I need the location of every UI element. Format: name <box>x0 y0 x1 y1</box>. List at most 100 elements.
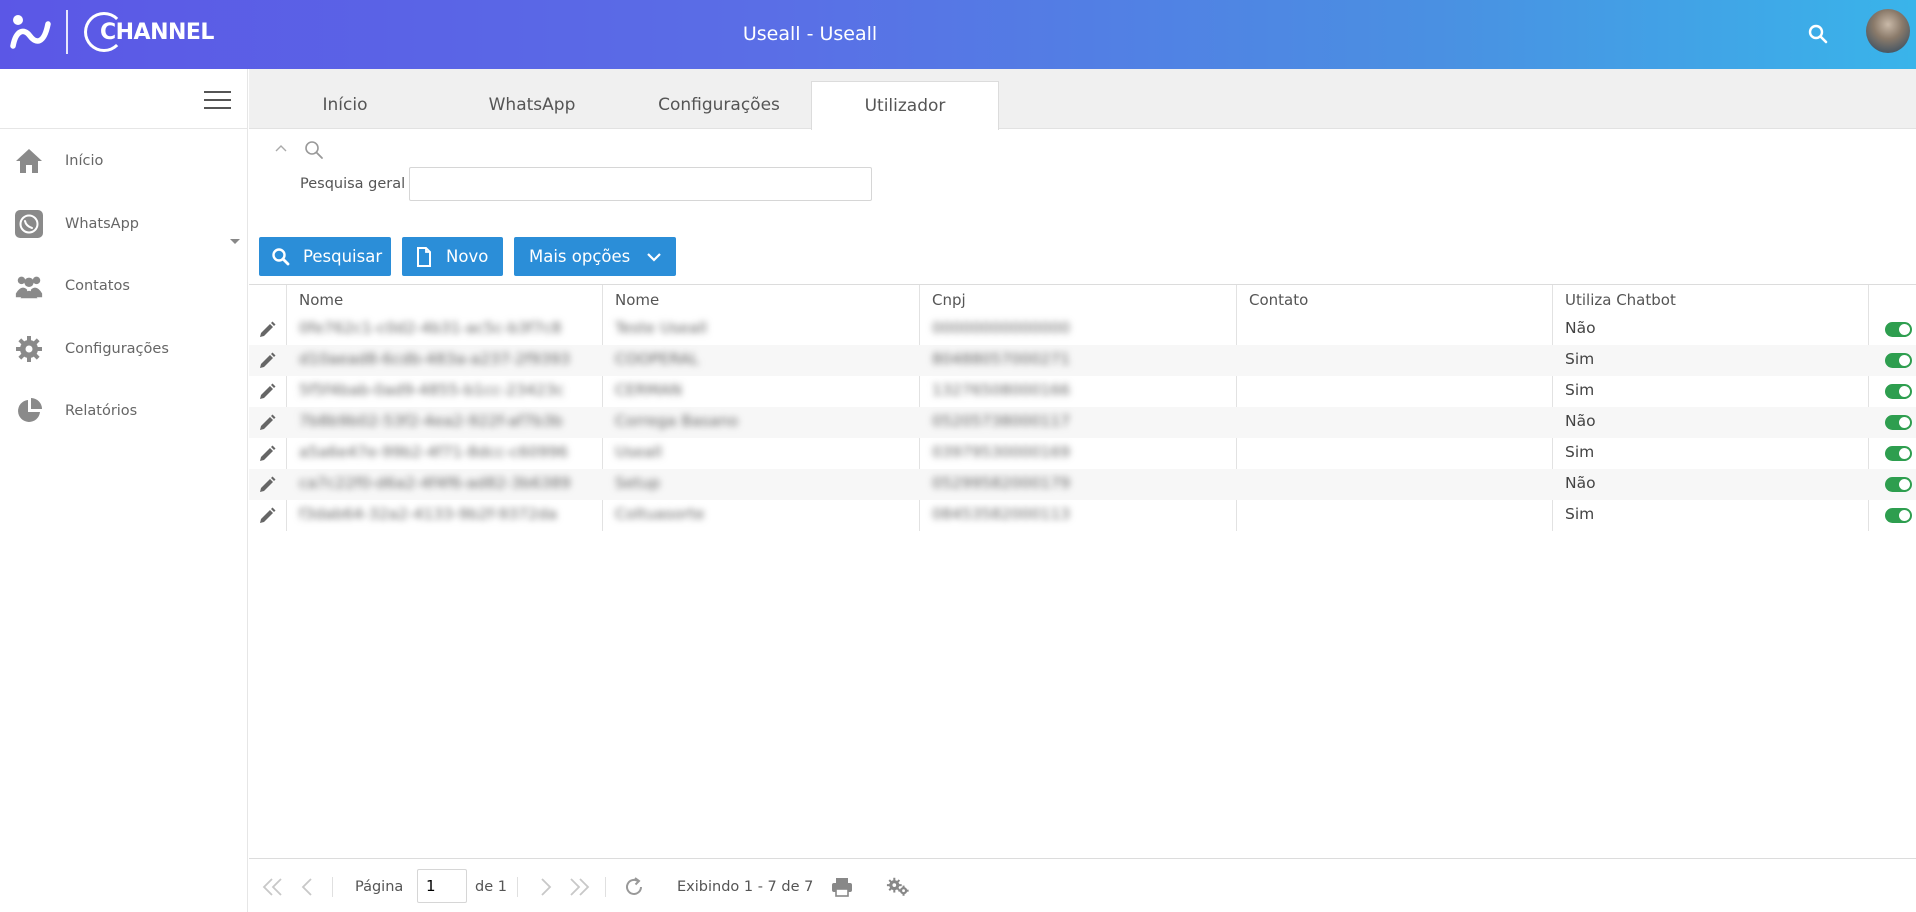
first-page-icon[interactable] <box>261 875 285 899</box>
data-table: Nome Nome Cnpj Contato Utiliza Chatbot 0… <box>249 284 1916 531</box>
sidebar-item-configuracoes[interactable]: Configurações <box>0 324 248 374</box>
active-toggle[interactable] <box>1885 508 1912 523</box>
sidebar-item-label: Relatórios <box>65 403 138 419</box>
cell-chatbot: Não <box>1565 319 1596 337</box>
table-row[interactable]: 0fe762c1-c0d2-4b31-ac5c-b3f7c8 Teste Use… <box>249 314 1916 345</box>
cell-nome: Correga Basano <box>615 412 739 430</box>
sidebar-item-relatorios[interactable]: Relatórios <box>0 386 248 436</box>
sidebar-item-contatos[interactable]: Contatos <box>0 261 248 311</box>
chevron-down-icon[interactable] <box>230 239 240 244</box>
new-button[interactable]: Novo <box>402 237 503 276</box>
active-toggle[interactable] <box>1885 384 1912 399</box>
tab-inicio[interactable]: Início <box>251 81 439 129</box>
cell-chatbot: Sim <box>1565 505 1595 523</box>
chevron-down-icon <box>647 252 662 262</box>
cell-id: f3dab64-32a2-4133-9b2f-9372da <box>299 505 558 523</box>
settings-gears-icon[interactable] <box>886 875 910 899</box>
cell-nome: COOPERAL <box>615 350 699 368</box>
pager-divider <box>517 877 518 897</box>
refresh-icon[interactable] <box>622 875 646 899</box>
column-header-utiliza-chatbot[interactable]: Utiliza Chatbot <box>1565 291 1676 309</box>
cell-nome: Useall <box>615 443 663 461</box>
edit-pencil-icon[interactable] <box>257 413 277 433</box>
edit-pencil-icon[interactable] <box>257 506 277 526</box>
cell-cnpj: 03979530000169 <box>932 443 1071 461</box>
more-options-label: Mais opções <box>529 247 631 266</box>
edit-pencil-icon[interactable] <box>257 320 277 340</box>
search-icon[interactable] <box>1806 22 1830 46</box>
cell-id: a5a6e47e-99b2-4f71-8dcc-c60996 <box>299 443 568 461</box>
table-row[interactable]: f3dab64-32a2-4133-9b2f-9372da Coltuasort… <box>249 500 1916 531</box>
cell-id: 5f5f4bab-0ad9-4855-b1cc-23423c <box>299 381 565 399</box>
sidebar-item-whatsapp[interactable]: WhatsApp <box>0 199 248 249</box>
sidebar: Início WhatsApp Contatos Configurações R… <box>0 69 248 912</box>
tab-bar: Início WhatsApp Configurações Utilizador <box>249 69 1916 130</box>
page-number-input[interactable] <box>417 869 467 903</box>
cell-cnpj: 08453582000113 <box>932 505 1071 523</box>
pager-divider <box>332 877 333 897</box>
home-icon <box>14 146 44 176</box>
tab-configuracoes[interactable]: Configurações <box>625 81 813 129</box>
table-row[interactable]: 7b8b9b02-53f2-4ea2-922f-af7b3b Correga B… <box>249 407 1916 438</box>
pager-divider <box>605 877 606 897</box>
cell-nome: Setup <box>615 474 661 492</box>
next-page-icon[interactable] <box>534 875 558 899</box>
search-input[interactable] <box>409 167 872 201</box>
app-header: CHANNEL Useall - Useall <box>0 0 1916 69</box>
whatsapp-icon <box>14 209 44 239</box>
cell-chatbot: Sim <box>1565 381 1595 399</box>
edit-pencil-icon[interactable] <box>257 382 277 402</box>
tab-whatsapp[interactable]: WhatsApp <box>438 81 626 129</box>
table-row[interactable]: ca7c22f0-d6a2-4f4f6-ad82-3b6389 Setup 05… <box>249 469 1916 500</box>
cell-cnpj: 00000000000000 <box>932 319 1071 337</box>
cell-nome: CERMAN <box>615 381 682 399</box>
tab-utilizador[interactable]: Utilizador <box>811 81 999 130</box>
search-button-label: Pesquisar <box>303 247 383 266</box>
sidebar-item-label: WhatsApp <box>65 216 139 232</box>
column-header-cnpj[interactable]: Cnpj <box>932 291 966 309</box>
gear-icon <box>14 334 44 364</box>
last-page-icon[interactable] <box>567 875 591 899</box>
active-toggle[interactable] <box>1885 446 1912 461</box>
active-toggle[interactable] <box>1885 415 1912 430</box>
search-icon[interactable] <box>303 139 325 161</box>
cell-chatbot: Sim <box>1565 350 1595 368</box>
chevron-up-icon[interactable] <box>275 142 287 154</box>
column-header-nome[interactable]: Nome <box>299 291 343 309</box>
active-toggle[interactable] <box>1885 477 1912 492</box>
new-button-label: Novo <box>446 247 489 266</box>
edit-pencil-icon[interactable] <box>257 444 277 464</box>
search-icon <box>271 247 291 267</box>
column-header-contato[interactable]: Contato <box>1249 291 1308 309</box>
contacts-icon <box>14 271 44 301</box>
table-row[interactable]: 5f5f4bab-0ad9-4855-b1cc-23423c CERMAN 13… <box>249 376 1916 407</box>
menu-toggle-icon[interactable] <box>204 91 231 111</box>
more-options-button[interactable]: Mais opções <box>514 237 676 276</box>
sidebar-divider <box>0 128 248 129</box>
cell-chatbot: Não <box>1565 474 1596 492</box>
column-header-nome[interactable]: Nome <box>615 291 659 309</box>
cell-nome: Teste Useall <box>615 319 708 337</box>
cell-id: 7b8b9b02-53f2-4ea2-922f-af7b3b <box>299 412 563 430</box>
edit-pencil-icon[interactable] <box>257 351 277 371</box>
search-button[interactable]: Pesquisar <box>259 237 391 276</box>
user-avatar[interactable] <box>1866 9 1910 53</box>
cell-id: 0fe762c1-c0d2-4b31-ac5c-b3f7c8 <box>299 319 562 337</box>
pie-chart-icon <box>14 396 44 426</box>
sidebar-item-label: Contatos <box>65 278 130 294</box>
cell-cnpj: 13276508000166 <box>932 381 1071 399</box>
sidebar-item-label: Configurações <box>65 341 169 357</box>
page-title: Useall - Useall <box>742 23 878 45</box>
active-toggle[interactable] <box>1885 353 1912 368</box>
table-row[interactable]: d10aead8-6cdb-483a-a237-2f9393 COOPERAL … <box>249 345 1916 376</box>
page-total-label: de 1 <box>475 879 507 895</box>
cell-id: d10aead8-6cdb-483a-a237-2f9393 <box>299 350 571 368</box>
sidebar-item-inicio[interactable]: Início <box>0 136 248 186</box>
previous-page-icon[interactable] <box>295 875 319 899</box>
print-icon[interactable] <box>830 875 854 899</box>
edit-pencil-icon[interactable] <box>257 475 277 495</box>
page-label: Página <box>355 879 404 895</box>
cell-chatbot: Não <box>1565 412 1596 430</box>
table-row[interactable]: a5a6e47e-99b2-4f71-8dcc-c60996 Useall 03… <box>249 438 1916 469</box>
active-toggle[interactable] <box>1885 322 1912 337</box>
